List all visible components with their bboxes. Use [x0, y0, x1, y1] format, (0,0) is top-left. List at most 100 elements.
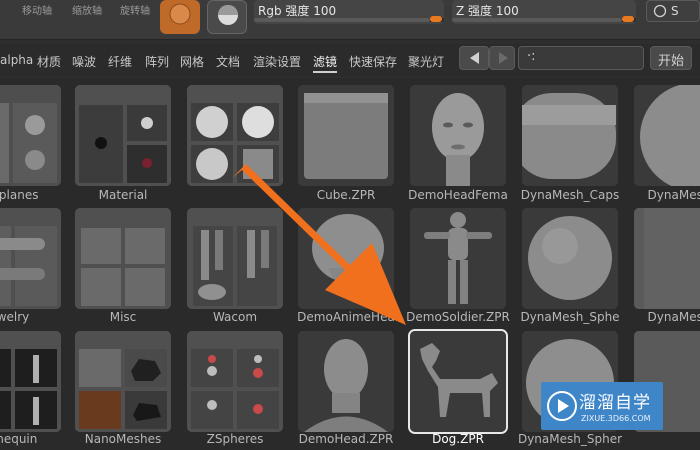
folder-planes-icon — [0, 85, 61, 186]
tile-demo-soldier[interactable] — [410, 208, 506, 309]
tile-caption: Material — [98, 188, 148, 202]
folder-zspheres-icon — [187, 331, 283, 432]
tile-demo-anime-head[interactable] — [298, 208, 394, 309]
tile-caption: DynaMesh_ — [647, 310, 700, 324]
tile-caption: d planes — [0, 188, 39, 202]
tile-dynamesh-stone[interactable] — [634, 208, 700, 309]
rgb-slider-track — [254, 16, 444, 22]
play-logo-icon — [547, 391, 577, 421]
tile-caption: DemoSoldier.ZPR — [406, 310, 510, 324]
folder-spheres-icon — [187, 85, 283, 186]
watermark-url: ZIXUE.3D66.COM — [581, 414, 651, 423]
clay-sphere-icon — [169, 3, 191, 25]
rgb-intensity-slider[interactable]: Rgb 强度 100 — [254, 0, 444, 24]
menu-array[interactable]: 阵列 — [145, 53, 169, 70]
tile-folder-zspheres[interactable] — [187, 331, 283, 432]
capsule-thumbnail — [522, 85, 618, 186]
folder-material-icon — [75, 85, 171, 186]
tile-dog-selected[interactable] — [408, 329, 508, 434]
menu-grid[interactable]: 网格 — [180, 53, 204, 70]
brush-s-icon — [653, 4, 667, 18]
tile-dynamesh-sphere-a[interactable] — [634, 85, 700, 186]
tile-caption: DynaMesh_Caps — [520, 188, 620, 202]
z-intensity-slider[interactable]: Z 强度 100 — [452, 0, 636, 24]
folder-wacom-icon — [187, 208, 283, 309]
rotate-axis-label[interactable]: 旋转轴 — [120, 2, 150, 17]
tile-caption: Cube.ZPR — [316, 188, 376, 202]
menu-filter[interactable]: 滤镜 — [313, 53, 338, 73]
soldier-thumbnail — [410, 208, 506, 309]
tile-demo-head-female[interactable] — [410, 85, 506, 186]
tile-caption: DemoHead.ZPR — [298, 432, 394, 446]
tile-folder-nanomeshes[interactable] — [75, 331, 171, 432]
tile-caption: DemoAnimeHea — [297, 310, 395, 324]
z-slider-fill — [452, 18, 622, 22]
tile-dynamesh-sphere-b[interactable] — [522, 208, 618, 309]
menu-spotlight[interactable]: 聚光灯 — [408, 53, 444, 70]
tile-caption: NanoMeshes — [84, 432, 162, 446]
menu-render-settings[interactable]: 渲染设置 — [253, 53, 301, 70]
tile-caption: welry — [0, 310, 30, 324]
menu-alpha[interactable]: alpha — [0, 53, 33, 67]
menu-noise[interactable]: 噪波 — [72, 53, 96, 70]
tile-caption: DemoHeadFema — [408, 188, 508, 202]
z-slider-track — [452, 16, 636, 22]
folder-mannequin-icon — [0, 331, 61, 432]
search-field[interactable]: ·: — [518, 46, 644, 70]
anime-head-thumbnail — [298, 208, 394, 309]
arrow-right-icon — [499, 52, 508, 64]
sphere-thumbnail — [634, 85, 700, 186]
tile-folder-misc[interactable] — [75, 208, 171, 309]
tile-caption: DynaMesh_ — [647, 188, 700, 202]
arrow-left-icon — [470, 52, 479, 64]
s-button[interactable]: S — [646, 0, 700, 22]
tile-folder-planes[interactable] — [0, 85, 61, 186]
cube-thumbnail — [298, 85, 394, 186]
z-intensity-label: Z 强度 100 — [456, 4, 519, 18]
menu-quicksave[interactable]: 快速保存 — [349, 53, 397, 70]
watermark: 溜溜自学 ZIXUE.3D66.COM — [541, 382, 663, 430]
tile-caption-selected: Dog.ZPR — [432, 432, 484, 446]
folder-nanomeshes-icon — [75, 331, 171, 432]
tile-folder-spheres[interactable] — [187, 85, 283, 186]
forward-button[interactable] — [489, 46, 515, 70]
start-button[interactable]: 开始 — [650, 46, 692, 70]
folder-misc-icon — [75, 208, 171, 309]
rgb-slider-fill — [254, 18, 430, 22]
move-axis-label[interactable]: 移动轴 — [22, 2, 52, 17]
tile-caption: Wacom — [212, 310, 258, 324]
material-button[interactable] — [207, 0, 247, 34]
rgb-slider-thumb[interactable] — [430, 16, 442, 22]
sphere-thumbnail — [522, 208, 618, 309]
tile-folder-material[interactable] — [75, 85, 171, 186]
tile-folder-jewelry[interactable] — [0, 208, 61, 309]
tile-caption: Misc — [109, 310, 137, 324]
menu-document[interactable]: 文档 — [216, 53, 240, 70]
scale-axis-label[interactable]: 缩放轴 — [72, 2, 102, 17]
watermark-title: 溜溜自学 — [579, 393, 651, 413]
tile-caption: nnequin — [0, 432, 38, 446]
tile-caption: DynaMesh_Spher — [517, 432, 623, 446]
stone-thumbnail — [634, 208, 700, 309]
color-swatch-button[interactable] — [160, 0, 200, 34]
tile-dynamesh-capsule[interactable] — [522, 85, 618, 186]
tile-demo-head[interactable] — [298, 331, 394, 432]
dog-thumbnail — [410, 331, 506, 432]
rgb-intensity-label: Rgb 强度 100 — [258, 4, 337, 18]
z-slider-thumb[interactable] — [622, 16, 634, 22]
tile-folder-mannequin[interactable] — [0, 331, 61, 432]
folder-jewelry-icon — [0, 208, 61, 309]
top-toolbar: 移动轴 缩放轴 旋转轴 Rgb 强度 100 Z 强度 100 S — [0, 0, 700, 40]
female-head-thumbnail — [410, 85, 506, 186]
s-button-label: S — [671, 4, 679, 18]
menu-material[interactable]: 材质 — [37, 53, 61, 70]
tile-cube[interactable] — [298, 85, 394, 186]
menu-fibers[interactable]: 纤维 — [108, 53, 132, 70]
tile-folder-wacom[interactable] — [187, 208, 283, 309]
search-value: ·: — [527, 49, 536, 64]
tile-caption: DynaMesh_Sphe — [520, 310, 620, 324]
back-button[interactable] — [459, 46, 489, 70]
male-head-thumbnail — [298, 331, 394, 432]
start-button-label: 开始 — [657, 54, 684, 69]
tile-caption: ZSpheres — [206, 432, 264, 446]
